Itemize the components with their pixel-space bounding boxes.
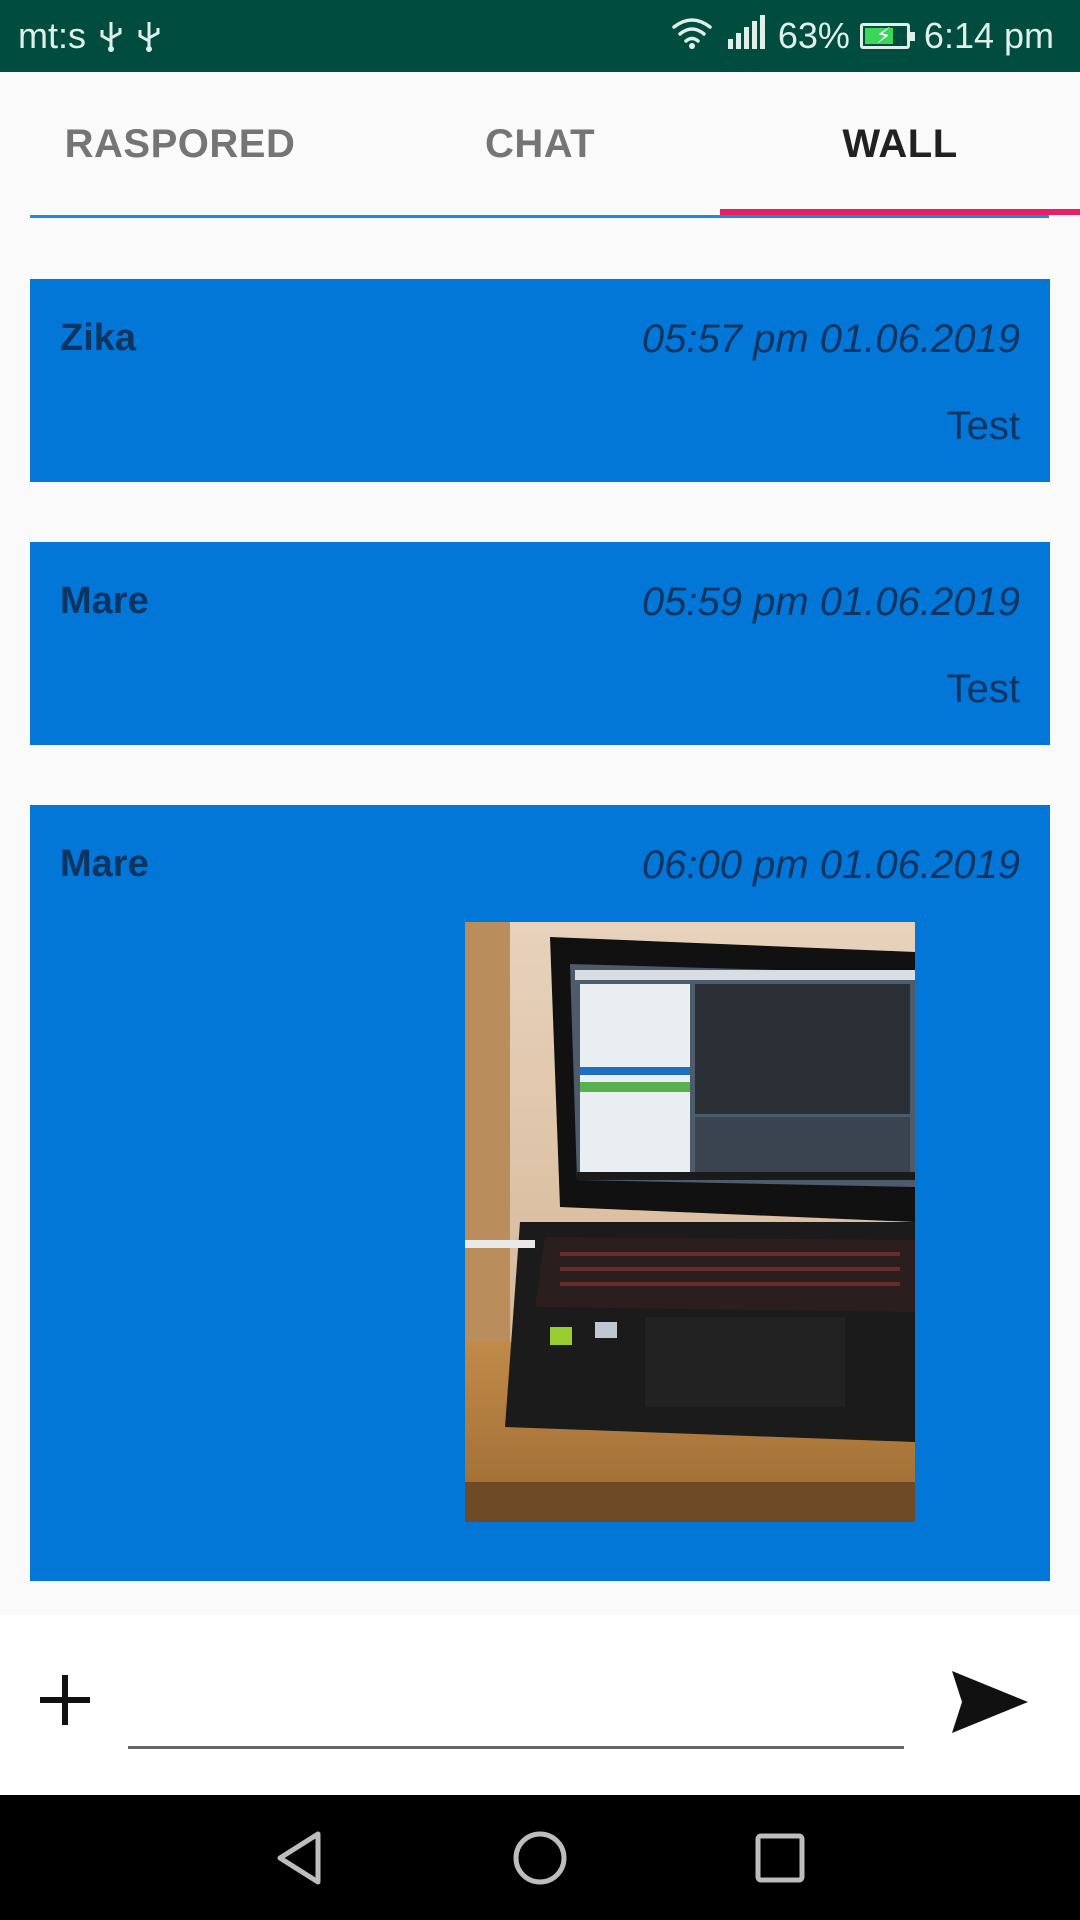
usb-icon xyxy=(136,18,162,54)
post-timestamp: 06:00 pm 01.06.2019 xyxy=(641,843,1020,887)
tab-raspored[interactable]: RASPORED xyxy=(30,72,330,217)
navigation-bar xyxy=(0,1795,1080,1920)
battery-percent: 63% xyxy=(777,15,850,56)
battery-charging-icon: ⚡ xyxy=(859,23,915,49)
tab-chat[interactable]: CHAT xyxy=(390,72,690,217)
wall-post[interactable]: Mare 05:59 pm 01.06.2019 Test xyxy=(30,542,1050,745)
post-author: Mare xyxy=(60,580,149,622)
tab-bar: RASPORED CHAT WALL xyxy=(0,72,1080,220)
plus-icon[interactable] xyxy=(40,1675,90,1725)
post-author: Mare xyxy=(60,843,149,885)
home-icon[interactable] xyxy=(510,1828,570,1888)
tab-wall[interactable]: WALL xyxy=(750,72,1050,217)
message-composer xyxy=(0,1615,1080,1795)
wall-feed[interactable]: Zika 05:57 pm 01.06.2019 Test Mare 05:59… xyxy=(30,279,1050,1641)
back-icon[interactable] xyxy=(270,1828,330,1888)
recents-icon[interactable] xyxy=(750,1828,810,1888)
post-author: Zika xyxy=(60,317,137,359)
tab-selected-indicator xyxy=(720,209,1080,215)
clock: 6:14 pm xyxy=(923,15,1054,56)
message-input[interactable] xyxy=(128,1665,904,1749)
signal-icon xyxy=(726,14,766,58)
status-bar: mt:s 63% ⚡ 6:14 pm xyxy=(0,0,1080,72)
status-bar-right: 63% ⚡ 6:14 pm xyxy=(658,14,1054,59)
wall-post[interactable]: Mare 06:00 pm 01.06.2019 xyxy=(30,805,1050,1581)
post-timestamp: 05:59 pm 01.06.2019 xyxy=(641,580,1020,624)
usb-icon xyxy=(98,18,124,54)
post-timestamp: 05:57 pm 01.06.2019 xyxy=(641,317,1020,361)
wall-post[interactable]: Zika 05:57 pm 01.06.2019 Test xyxy=(30,279,1050,482)
status-bar-left: mt:s xyxy=(18,15,162,57)
post-image-laptop[interactable] xyxy=(465,922,915,1522)
post-text: Test xyxy=(946,404,1020,448)
post-text: Test xyxy=(946,667,1020,711)
wifi-icon xyxy=(670,14,714,59)
send-icon[interactable] xyxy=(950,1667,1030,1737)
tab-divider xyxy=(30,215,1049,218)
carrier-label: mt:s xyxy=(18,15,86,56)
